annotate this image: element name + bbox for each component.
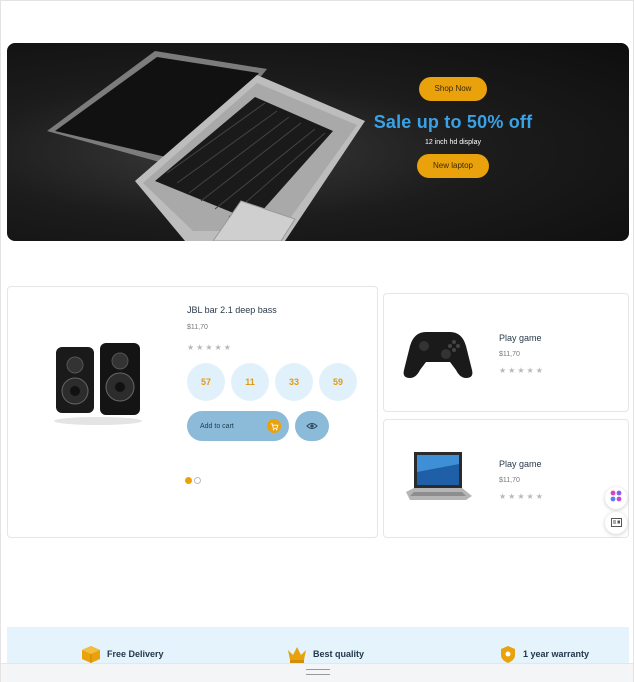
side-product-rating: ★★★★★: [499, 492, 545, 501]
new-laptop-button[interactable]: New laptop: [416, 154, 490, 178]
featured-product-card[interactable]: JBL bar 2.1 deep bass $11,70 ★★★★★ 57 11…: [7, 286, 378, 538]
side-product-price: $11,70: [499, 351, 520, 358]
side-product-title[interactable]: Play game: [499, 333, 545, 343]
crown-icon: [287, 645, 307, 663]
feature-best-quality: Best quality: [287, 645, 364, 663]
countdown-days: 57: [187, 363, 225, 401]
feature-label: Free Delivery: [107, 649, 164, 659]
carousel-dot-2[interactable]: [194, 477, 201, 484]
delivery-box-icon: [81, 645, 101, 663]
add-to-cart-label: Add to cart: [200, 422, 234, 430]
app-grid-icon: [610, 489, 622, 507]
side-product-rating: ★★★★★: [499, 366, 545, 375]
carousel-dots: [185, 477, 201, 484]
bottom-drawer-bar[interactable]: [1, 663, 633, 682]
countdown-hours: 11: [231, 363, 269, 401]
hero-cta-group: Shop Now Sale up to 50% off 12 inch hd d…: [367, 77, 539, 178]
warranty-shield-icon: [499, 645, 517, 663]
add-to-cart-button[interactable]: Add to cart: [187, 411, 289, 441]
feature-label: 1 year warranty: [523, 649, 590, 659]
feature-label: Best quality: [313, 649, 365, 659]
app-grid-button[interactable]: [605, 487, 627, 509]
product-rating: ★★★★★: [187, 343, 233, 352]
hero-banner: Shop Now Sale up to 50% off 12 inch hd d…: [7, 43, 629, 241]
countdown-seconds: 59: [319, 363, 357, 401]
cart-icon: [267, 419, 281, 433]
drawer-handle-icon[interactable]: [306, 669, 330, 675]
gamepad-image: [403, 332, 473, 378]
side-product-title[interactable]: Play game: [499, 459, 545, 469]
shop-now-button[interactable]: Shop Now: [418, 77, 488, 101]
speaker-image: [54, 343, 142, 425]
featured-product-info: JBL bar 2.1 deep bass $11,70 ★★★★★ 57 11…: [187, 305, 377, 441]
hero-subtitle: 12 inch hd display: [424, 139, 482, 146]
feature-free-delivery: Free Delivery: [81, 645, 164, 663]
carousel-dot-1[interactable]: [185, 477, 192, 484]
side-product-info-2: Play game $11,70 ★★★★★: [499, 459, 545, 501]
hero-title: Sale up to 50% off: [373, 112, 533, 132]
product-price: $11,70: [187, 324, 208, 331]
quick-view-button[interactable]: [295, 411, 329, 441]
side-product-info-1: Play game $11,70 ★★★★★: [499, 333, 545, 375]
eye-icon: [306, 417, 318, 435]
feature-warranty: 1 year warranty: [499, 645, 589, 663]
page: Shop Now Sale up to 50% off 12 inch hd d…: [0, 0, 634, 682]
side-product-card-1[interactable]: Play game $11,70 ★★★★★: [383, 293, 629, 412]
laptop-image: [47, 51, 365, 241]
side-product-price: $11,70: [499, 477, 520, 484]
product-title[interactable]: JBL bar 2.1 deep bass: [187, 305, 377, 315]
reader-mode-button[interactable]: [605, 512, 627, 534]
reader-icon: [610, 514, 622, 532]
laptop-thumb-image: [406, 452, 472, 500]
product-actions: Add to cart: [187, 411, 377, 441]
countdown-minutes: 33: [275, 363, 313, 401]
countdown-timer: 57 11 33 59: [187, 363, 377, 401]
side-product-card-2[interactable]: Play game $11,70 ★★★★★: [383, 419, 629, 538]
